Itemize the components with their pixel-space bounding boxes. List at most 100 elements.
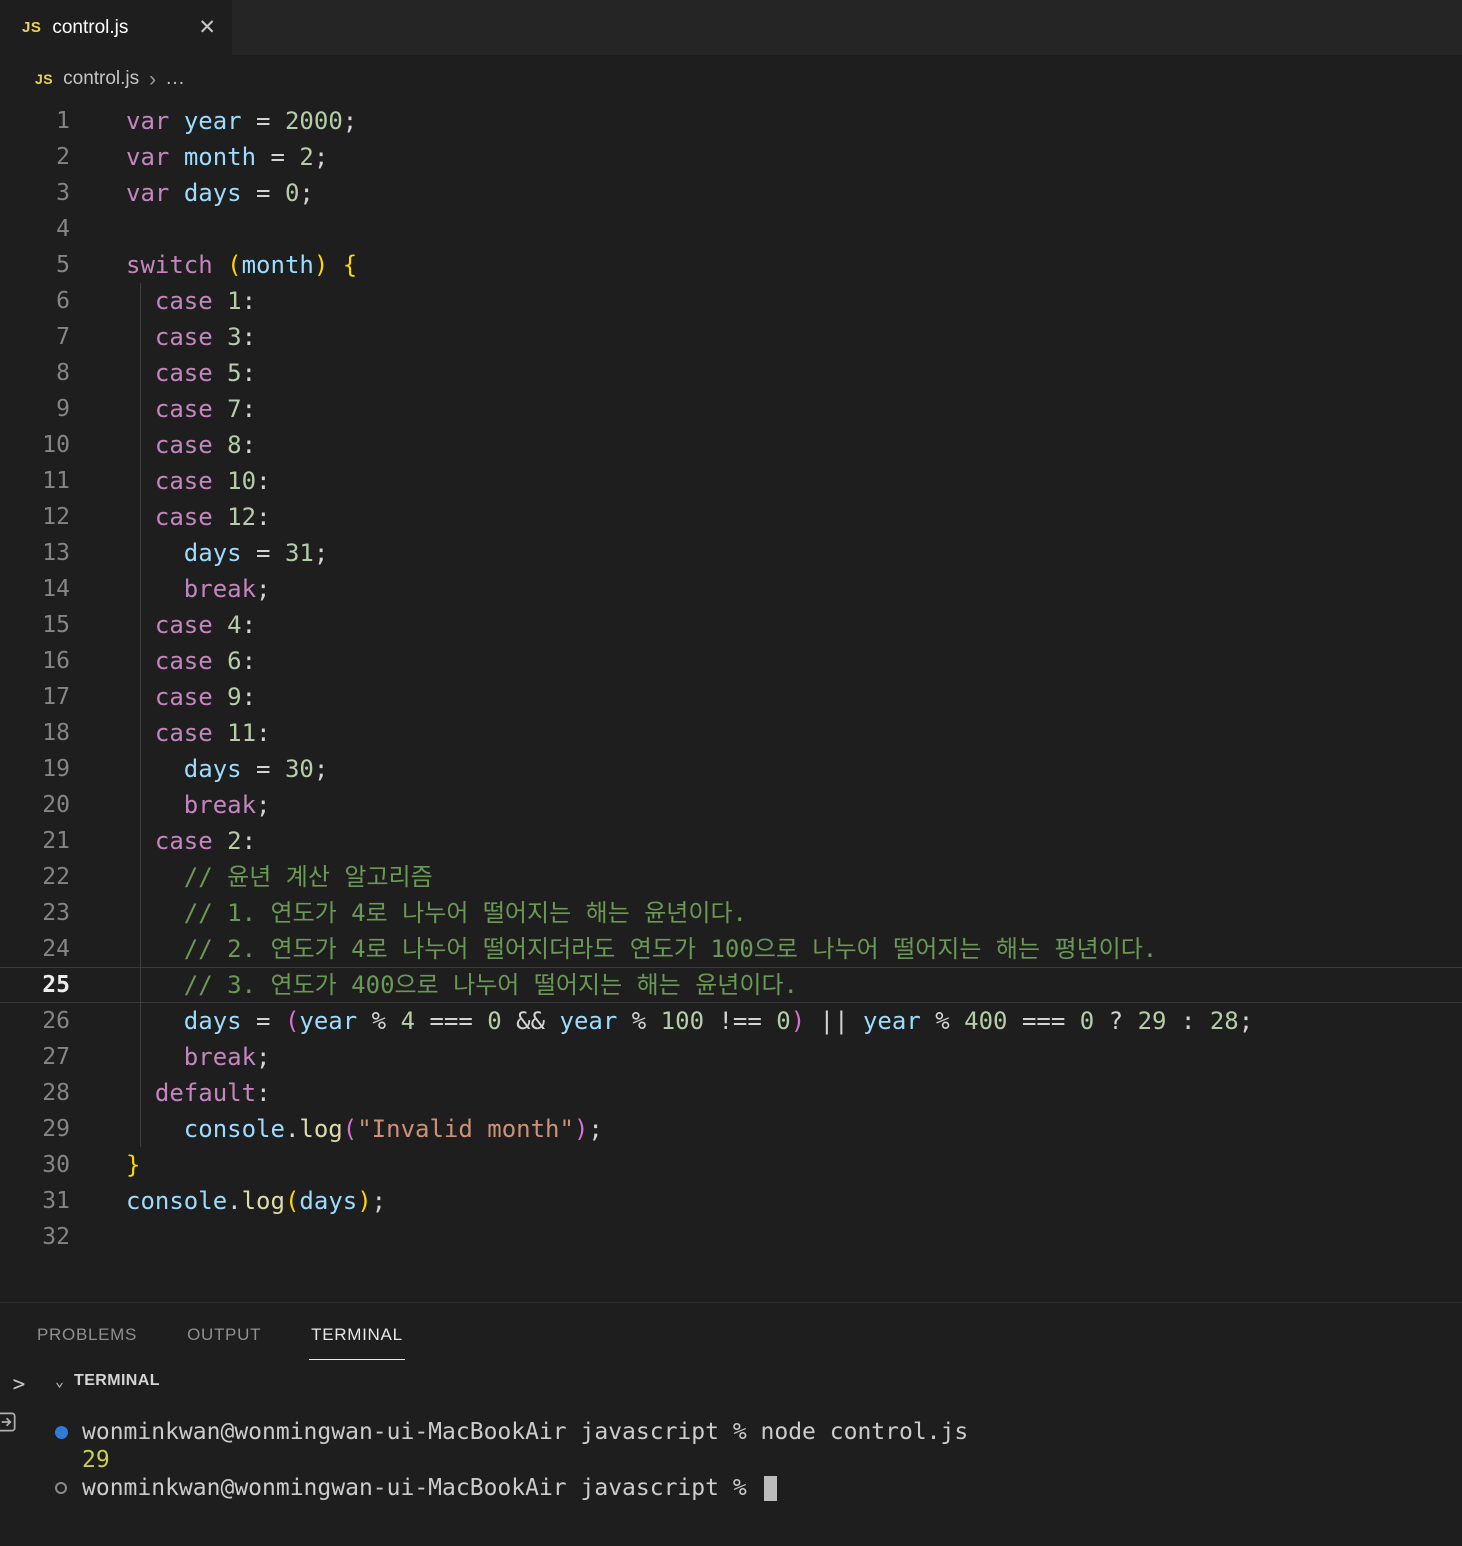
code-line[interactable]: 15 case 4: — [0, 607, 1462, 643]
indent-guide — [140, 319, 141, 355]
bottom-panel: PROBLEMS OUTPUT TERMINAL > ⌄ TERMINAL wo… — [0, 1302, 1462, 1546]
terminal-header: ⌄ TERMINAL — [55, 1372, 1462, 1390]
code-line[interactable]: 20 break; — [0, 787, 1462, 823]
code-line[interactable]: 29 console.log("Invalid month"); — [0, 1111, 1462, 1147]
code-line[interactable]: 8 case 5: — [0, 355, 1462, 391]
indent-guide — [140, 787, 141, 823]
terminal[interactable]: ⌄ TERMINAL wonminkwan@wonmingwan-ui-MacB… — [38, 1360, 1462, 1546]
code-editor[interactable]: 1 var year = 2000; 2 var month = 2; 3 var day… — [0, 103, 1462, 1302]
terminal-cursor — [763, 1475, 777, 1501]
code-line[interactable]: 28 default: — [0, 1075, 1462, 1111]
line-number: 11 — [42, 468, 70, 494]
line-number: 27 — [42, 1044, 70, 1070]
line-number: 17 — [42, 684, 70, 710]
code-line[interactable]: 4 — [0, 211, 1462, 247]
line-number: 9 — [56, 396, 70, 422]
line-content: days = (year % 4 === 0 && year % 100 !==… — [183, 1007, 1254, 1035]
line-number: 22 — [42, 864, 70, 890]
javascript-file-icon: JS — [22, 19, 42, 36]
code-line[interactable]: 26 days = (year % 4 === 0 && year % 100 … — [0, 1003, 1462, 1039]
code-line[interactable]: 11 case 10: — [0, 463, 1462, 499]
indent-guide — [140, 283, 141, 319]
code-line[interactable]: 10 case 8: — [0, 427, 1462, 463]
line-content: case 9: — [154, 683, 257, 711]
indent-guide — [140, 355, 141, 391]
indent-guide — [140, 715, 141, 751]
line-content: break; — [183, 791, 271, 819]
line-number: 16 — [42, 648, 70, 674]
indent-guide — [140, 391, 141, 427]
line-number: 28 — [42, 1080, 70, 1106]
indent-guide — [140, 1039, 141, 1075]
line-content: case 2: — [154, 827, 257, 855]
javascript-file-icon: JS — [35, 71, 54, 87]
terminal-text: wonminkwan@wonmingwan-ui-MacBookAir java… — [82, 1419, 969, 1445]
terminal-text: wonminkwan@wonmingwan-ui-MacBookAir java… — [82, 1475, 761, 1501]
code-line[interactable]: 17 case 9: — [0, 679, 1462, 715]
line-content: case 12: — [154, 503, 271, 531]
indent-guide — [140, 571, 141, 607]
open-terminal-editor-icon[interactable] — [0, 1409, 19, 1440]
code-line[interactable]: 24 // 2. 연도가 4로 나누어 떨어지더라도 연도가 100으로 나누어… — [0, 931, 1462, 967]
indent-guide — [140, 751, 141, 787]
code-line[interactable]: 3 var days = 0; — [0, 175, 1462, 211]
indent-guide — [140, 607, 141, 643]
line-content: // 3. 연도가 400으로 나누어 떨어지는 해는 윤년이다. — [183, 971, 798, 999]
breadcrumb-file[interactable]: control.js — [63, 68, 139, 90]
code-line[interactable]: 30} — [0, 1147, 1462, 1183]
line-number: 20 — [42, 792, 70, 818]
chevron-right-icon[interactable]: > — [13, 1374, 26, 1395]
code-line[interactable]: 16 case 6: — [0, 643, 1462, 679]
indent-guide — [140, 463, 141, 499]
code-line[interactable]: 14 break; — [0, 571, 1462, 607]
code-line[interactable]: 21 case 2: — [0, 823, 1462, 859]
close-icon[interactable]: ✕ — [198, 15, 216, 40]
line-number: 14 — [42, 576, 70, 602]
line-content: console.log(days); — [126, 1187, 387, 1215]
code-line[interactable]: 22 // 윤년 계산 알고리즘 — [0, 859, 1462, 895]
code-line[interactable]: 32 — [0, 1219, 1462, 1255]
line-content: days = 31; — [183, 539, 329, 567]
terminal-line: wonminkwan@wonmingwan-ui-MacBookAir java… — [55, 1418, 1462, 1446]
panel-tab-bar: PROBLEMS OUTPUT TERMINAL — [0, 1303, 1462, 1360]
code-line[interactable]: 6 case 1: — [0, 283, 1462, 319]
line-number: 26 — [42, 1008, 70, 1034]
code-line[interactable]: 7 case 3: — [0, 319, 1462, 355]
line-number: 23 — [42, 900, 70, 926]
code-line[interactable]: 19 days = 30; — [0, 751, 1462, 787]
line-content: // 2. 연도가 4로 나누어 떨어지더라도 연도가 100으로 나누어 떨어… — [183, 935, 1158, 963]
code-line[interactable]: 23 // 1. 연도가 4로 나누어 떨어지는 해는 윤년이다. — [0, 895, 1462, 931]
code-line[interactable]: 18 case 11: — [0, 715, 1462, 751]
chevron-down-icon[interactable]: ⌄ — [55, 1372, 64, 1390]
code-line[interactable]: 1 var year = 2000; — [0, 103, 1462, 139]
code-line[interactable]: 13 days = 31; — [0, 535, 1462, 571]
code-line[interactable]: 9 case 7: — [0, 391, 1462, 427]
command-pending-decoration-icon — [55, 1482, 82, 1494]
editor-tab-bar: JS control.js ✕ — [0, 0, 1462, 55]
tab-output[interactable]: OUTPUT — [185, 1325, 263, 1360]
terminal-lines: wonminkwan@wonmingwan-ui-MacBookAir java… — [55, 1418, 1462, 1502]
panel-body: > ⌄ TERMINAL wonminkwan@wonmingwan-ui-Ma… — [0, 1360, 1462, 1546]
code-line[interactable]: 5 switch (month) { — [0, 247, 1462, 283]
code-line[interactable]: 12 case 12: — [0, 499, 1462, 535]
line-number: 25 — [42, 972, 70, 998]
line-content: // 1. 연도가 4로 나누어 떨어지는 해는 윤년이다. — [183, 899, 747, 927]
line-number: 21 — [42, 828, 70, 854]
code-line[interactable]: 25 // 3. 연도가 400으로 나누어 떨어지는 해는 윤년이다. — [0, 967, 1462, 1003]
indent-guide — [140, 1111, 141, 1147]
terminal-line: wonminkwan@wonmingwan-ui-MacBookAir java… — [55, 1474, 1462, 1502]
breadcrumb-symbol-more[interactable]: ... — [166, 68, 185, 90]
line-content: case 5: — [154, 359, 257, 387]
code-line[interactable]: 27 break; — [0, 1039, 1462, 1075]
tab-control-js[interactable]: JS control.js ✕ — [0, 0, 232, 55]
code-line[interactable]: 2 var month = 2; — [0, 139, 1462, 175]
tab-problems[interactable]: PROBLEMS — [35, 1325, 139, 1360]
line-content: case 6: — [154, 647, 257, 675]
code-line[interactable]: 31 console.log(days); — [0, 1183, 1462, 1219]
line-content: default: — [154, 1079, 271, 1107]
indent-guide — [140, 679, 141, 715]
line-content: switch (month) { — [126, 251, 358, 279]
line-content — [70, 1219, 126, 1255]
tab-terminal[interactable]: TERMINAL — [309, 1325, 405, 1360]
vscode-window: JS control.js ✕ JS control.js › ... 1 var… — [0, 0, 1462, 1546]
